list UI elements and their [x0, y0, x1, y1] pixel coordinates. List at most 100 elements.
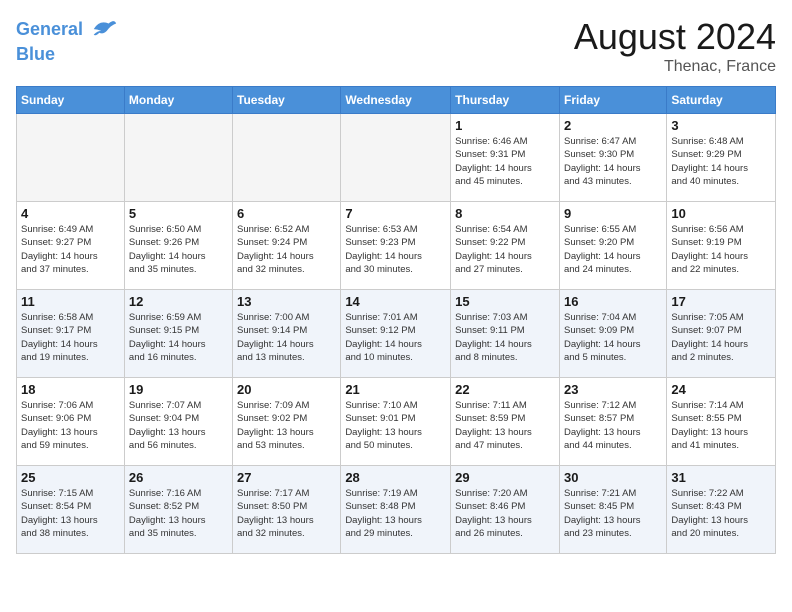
day-info: Sunrise: 7:17 AM Sunset: 8:50 PM Dayligh… — [237, 487, 336, 540]
calendar-cell: 3 Sunrise: 6:48 AM Sunset: 9:29 PM Daylig… — [667, 114, 776, 202]
day-number: 2 — [564, 118, 662, 133]
week-row: 18 Sunrise: 7:06 AM Sunset: 9:06 PM Dayli… — [17, 378, 776, 466]
day-number: 8 — [455, 206, 555, 221]
col-header-friday: Friday — [559, 87, 666, 114]
calendar-cell: 27 Sunrise: 7:17 AM Sunset: 8:50 PM Dayli… — [233, 466, 341, 554]
day-number: 11 — [21, 294, 120, 309]
day-info: Sunrise: 7:01 AM Sunset: 9:12 PM Dayligh… — [345, 311, 446, 364]
day-info: Sunrise: 7:20 AM Sunset: 8:46 PM Dayligh… — [455, 487, 555, 540]
day-info: Sunrise: 7:16 AM Sunset: 8:52 PM Dayligh… — [129, 487, 228, 540]
day-info: Sunrise: 7:07 AM Sunset: 9:04 PM Dayligh… — [129, 399, 228, 452]
week-row: 25 Sunrise: 7:15 AM Sunset: 8:54 PM Dayli… — [17, 466, 776, 554]
calendar-cell: 9Sunrise: 6:55 AM Sunset: 9:20 PM Daylig… — [559, 202, 666, 290]
day-info: Sunrise: 6:56 AM Sunset: 9:19 PM Dayligh… — [671, 223, 771, 276]
day-info: Sunrise: 6:49 AM Sunset: 9:27 PM Dayligh… — [21, 223, 120, 276]
calendar-cell: 21Sunrise: 7:10 AM Sunset: 9:01 PM Dayli… — [341, 378, 451, 466]
calendar-cell: 8 Sunrise: 6:54 AM Sunset: 9:22 PM Daylig… — [451, 202, 560, 290]
day-info: Sunrise: 7:06 AM Sunset: 9:06 PM Dayligh… — [21, 399, 120, 452]
day-number: 1 — [455, 118, 555, 133]
calendar-cell: 11 Sunrise: 6:58 AM Sunset: 9:17 PM Dayli… — [17, 290, 125, 378]
calendar-cell: 29 Sunrise: 7:20 AM Sunset: 8:46 PM Dayli… — [451, 466, 560, 554]
day-info: Sunrise: 6:50 AM Sunset: 9:26 PM Dayligh… — [129, 223, 228, 276]
week-row: 1 Sunrise: 6:46 AM Sunset: 9:31 PM Daylig… — [17, 114, 776, 202]
day-number: 17 — [671, 294, 771, 309]
day-info: Sunrise: 7:09 AM Sunset: 9:02 PM Dayligh… — [237, 399, 336, 452]
day-number: 18 — [21, 382, 120, 397]
day-number: 24 — [671, 382, 771, 397]
logo-bird-icon — [90, 16, 118, 44]
calendar-cell: 18 Sunrise: 7:06 AM Sunset: 9:06 PM Dayli… — [17, 378, 125, 466]
calendar-cell: 15 Sunrise: 7:03 AM Sunset: 9:11 PM Dayli… — [451, 290, 560, 378]
day-number: 3 — [671, 118, 771, 133]
calendar-cell: 22 Sunrise: 7:11 AM Sunset: 8:59 PM Dayli… — [451, 378, 560, 466]
calendar-cell — [17, 114, 125, 202]
day-number: 27 — [237, 470, 336, 485]
calendar-cell: 16 Sunrise: 7:04 AM Sunset: 9:09 PM Dayli… — [559, 290, 666, 378]
header-row: SundayMondayTuesdayWednesdayThursdayFrid… — [17, 87, 776, 114]
calendar-cell: 4 Sunrise: 6:49 AM Sunset: 9:27 PM Daylig… — [17, 202, 125, 290]
calendar-cell: 7 Sunrise: 6:53 AM Sunset: 9:23 PM Daylig… — [341, 202, 451, 290]
calendar-cell: 25 Sunrise: 7:15 AM Sunset: 8:54 PM Dayli… — [17, 466, 125, 554]
day-number: 21 — [345, 382, 446, 397]
day-info: Sunrise: 6:47 AM Sunset: 9:30 PM Dayligh… — [564, 135, 662, 188]
calendar-cell: 12 Sunrise: 6:59 AM Sunset: 9:15 PM Dayli… — [124, 290, 232, 378]
calendar-cell: 30 Sunrise: 7:21 AM Sunset: 8:45 PM Dayli… — [559, 466, 666, 554]
calendar-cell: 14Sunrise: 7:01 AM Sunset: 9:12 PM Dayli… — [341, 290, 451, 378]
day-info: Sunrise: 6:48 AM Sunset: 9:29 PM Dayligh… — [671, 135, 771, 188]
calendar-cell: 28Sunrise: 7:19 AM Sunset: 8:48 PM Dayli… — [341, 466, 451, 554]
day-number: 29 — [455, 470, 555, 485]
day-number: 20 — [237, 382, 336, 397]
calendar-cell: 10Sunrise: 6:56 AM Sunset: 9:19 PM Dayli… — [667, 202, 776, 290]
col-header-thursday: Thursday — [451, 87, 560, 114]
day-number: 22 — [455, 382, 555, 397]
day-info: Sunrise: 6:46 AM Sunset: 9:31 PM Dayligh… — [455, 135, 555, 188]
day-info: Sunrise: 7:05 AM Sunset: 9:07 PM Dayligh… — [671, 311, 771, 364]
calendar-table: SundayMondayTuesdayWednesdayThursdayFrid… — [16, 86, 776, 554]
day-number: 7 — [345, 206, 446, 221]
calendar-cell: 13Sunrise: 7:00 AM Sunset: 9:14 PM Dayli… — [233, 290, 341, 378]
day-number: 25 — [21, 470, 120, 485]
calendar-cell: 19 Sunrise: 7:07 AM Sunset: 9:04 PM Dayli… — [124, 378, 232, 466]
day-info: Sunrise: 7:04 AM Sunset: 9:09 PM Dayligh… — [564, 311, 662, 364]
calendar-cell: 17 Sunrise: 7:05 AM Sunset: 9:07 PM Dayli… — [667, 290, 776, 378]
logo: General Blue — [16, 16, 118, 66]
calendar-cell — [341, 114, 451, 202]
logo-blue: Blue — [16, 44, 118, 66]
day-number: 4 — [21, 206, 120, 221]
day-number: 31 — [671, 470, 771, 485]
day-number: 12 — [129, 294, 228, 309]
day-info: Sunrise: 6:55 AM Sunset: 9:20 PM Dayligh… — [564, 223, 662, 276]
day-number: 30 — [564, 470, 662, 485]
calendar-cell: 26 Sunrise: 7:16 AM Sunset: 8:52 PM Dayli… — [124, 466, 232, 554]
day-info: Sunrise: 7:15 AM Sunset: 8:54 PM Dayligh… — [21, 487, 120, 540]
day-info: Sunrise: 6:52 AM Sunset: 9:24 PM Dayligh… — [237, 223, 336, 276]
day-info: Sunrise: 7:22 AM Sunset: 8:43 PM Dayligh… — [671, 487, 771, 540]
calendar-cell: 1 Sunrise: 6:46 AM Sunset: 9:31 PM Daylig… — [451, 114, 560, 202]
day-info: Sunrise: 6:54 AM Sunset: 9:22 PM Dayligh… — [455, 223, 555, 276]
calendar-cell: 24 Sunrise: 7:14 AM Sunset: 8:55 PM Dayli… — [667, 378, 776, 466]
month-year-title: August 2024 — [574, 16, 776, 58]
day-number: 28 — [345, 470, 446, 485]
day-number: 26 — [129, 470, 228, 485]
day-info: Sunrise: 6:58 AM Sunset: 9:17 PM Dayligh… — [21, 311, 120, 364]
day-number: 16 — [564, 294, 662, 309]
day-number: 15 — [455, 294, 555, 309]
calendar-cell: 20 Sunrise: 7:09 AM Sunset: 9:02 PM Dayli… — [233, 378, 341, 466]
calendar-cell — [233, 114, 341, 202]
day-info: Sunrise: 6:59 AM Sunset: 9:15 PM Dayligh… — [129, 311, 228, 364]
day-info: Sunrise: 7:21 AM Sunset: 8:45 PM Dayligh… — [564, 487, 662, 540]
day-info: Sunrise: 6:53 AM Sunset: 9:23 PM Dayligh… — [345, 223, 446, 276]
day-info: Sunrise: 7:11 AM Sunset: 8:59 PM Dayligh… — [455, 399, 555, 452]
calendar-cell: 2 Sunrise: 6:47 AM Sunset: 9:30 PM Daylig… — [559, 114, 666, 202]
day-number: 6 — [237, 206, 336, 221]
calendar-cell: 23Sunrise: 7:12 AM Sunset: 8:57 PM Dayli… — [559, 378, 666, 466]
day-number: 5 — [129, 206, 228, 221]
page-header: General Blue August 2024 Thenac, France — [16, 16, 776, 76]
day-info: Sunrise: 7:00 AM Sunset: 9:14 PM Dayligh… — [237, 311, 336, 364]
week-row: 4 Sunrise: 6:49 AM Sunset: 9:27 PM Daylig… — [17, 202, 776, 290]
col-header-tuesday: Tuesday — [233, 87, 341, 114]
col-header-saturday: Saturday — [667, 87, 776, 114]
day-number: 19 — [129, 382, 228, 397]
day-info: Sunrise: 7:03 AM Sunset: 9:11 PM Dayligh… — [455, 311, 555, 364]
day-info: Sunrise: 7:14 AM Sunset: 8:55 PM Dayligh… — [671, 399, 771, 452]
